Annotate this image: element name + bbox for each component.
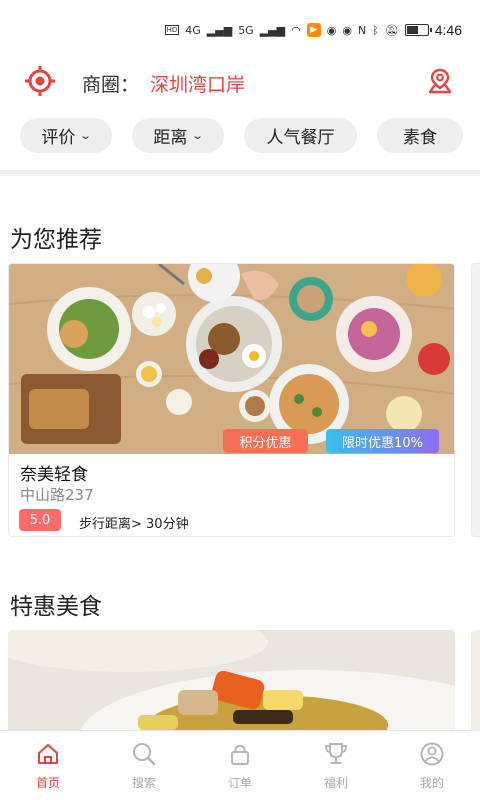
next-restaurant-card-peek[interactable] [471,263,480,537]
area-label: 商圈： [82,74,140,96]
filter-rating[interactable]: 评价 ⌄ [20,118,112,153]
restaurant-name: 奈美轻食 [20,465,88,485]
notification-icon-2: ◉ [342,23,352,37]
signal-bars-icon-2: ▂▄▆ [259,23,286,37]
locate-target-icon[interactable] [24,65,56,97]
nfc-icon: N [357,23,367,37]
tab-search[interactable]: 搜索 [96,731,192,800]
bluetooth-icon: ᛒ [372,23,379,37]
filter-vegetarian[interactable]: 素食 [377,118,463,153]
rating-badge: 5.0 [19,509,61,531]
restaurant-card[interactable]: 积分优惠 限时优惠10% 奈美轻食 中山路237 5.0 步行距离> 30分钟 [8,263,455,537]
next-deal-card-peek[interactable] [471,630,480,740]
tab-profile[interactable]: 我的 [384,731,480,800]
status-time: 4:46 [434,22,462,38]
tab-welfare[interactable]: 福利 [288,731,384,800]
filter-distance[interactable]: 距离 ⌄ [132,118,224,153]
hd-icon: HD [164,25,180,35]
wifi-icon: ◠ [291,23,301,37]
restaurant-address: 中山路237 [20,486,94,504]
mute-icon: 🔕︎ [384,23,399,37]
area-value[interactable]: 深圳湾口岸 [150,70,245,97]
user-icon [420,742,444,766]
tab-search-label: 搜索 [131,776,156,790]
status-icons: HD 4G ▂▄▆ 5G ▂▄▆ ◠ ▶ ◉ ◉ N ᛒ 🔕︎ 4:46 [164,18,462,42]
filter-popular[interactable]: 人气餐厅 [244,118,357,153]
tab-profile-label: 我的 [419,776,444,790]
deals-section-title: 特惠美食 [10,594,102,620]
filter-bar: 评价 ⌄ 距离 ⌄ 人气餐厅 素食 [20,118,463,153]
deal-food-photo[interactable] [8,630,455,740]
walk-distance: 步行距离> 30分钟 [79,517,189,532]
chevron-down-icon: ⌄ [191,129,205,142]
notification-icon: ◉ [326,23,337,37]
section-divider [0,170,480,176]
battery-icon [404,24,432,36]
tab-home-label: 首页 [35,776,60,790]
app-notification-icon: ▶ [306,23,321,37]
filter-vegetarian-label: 素食 [403,128,437,148]
status-bar: HD 4G ▂▄▆ 5G ▂▄▆ ◠ ▶ ◉ ◉ N ᛒ 🔕︎ 4:46 [0,0,480,58]
map-pin-icon[interactable] [426,67,454,95]
trophy-icon [325,743,347,764]
search-icon [133,743,156,766]
lock-bag-icon [231,744,249,765]
recommend-section-title: 为您推荐 [10,227,102,253]
filter-distance-label: 距离 [153,128,188,148]
filter-popular-label: 人气餐厅 [266,128,335,148]
bottom-tab-bar: 首页 搜索 订单 福利 我的 [0,730,480,800]
filter-rating-label: 评价 [41,128,76,148]
tab-welfare-label: 福利 [323,776,348,790]
tab-orders[interactable]: 订单 [192,731,288,800]
signal-icon: 4G [185,23,201,37]
signal-bars-icon: ▂▄▆ [206,23,233,37]
chevron-down-icon: ⌄ [79,129,93,142]
restaurant-photo [9,264,454,454]
signal-icon-2: 5G [238,23,254,37]
location-header: 商圈： 深圳湾口岸 [0,58,480,104]
tab-home[interactable]: 首页 [0,731,96,800]
limited-discount-badge: 限时优惠10% [326,429,439,453]
points-discount-badge: 积分优惠 [223,429,308,453]
tab-orders-label: 订单 [227,776,252,790]
home-icon [38,744,58,764]
